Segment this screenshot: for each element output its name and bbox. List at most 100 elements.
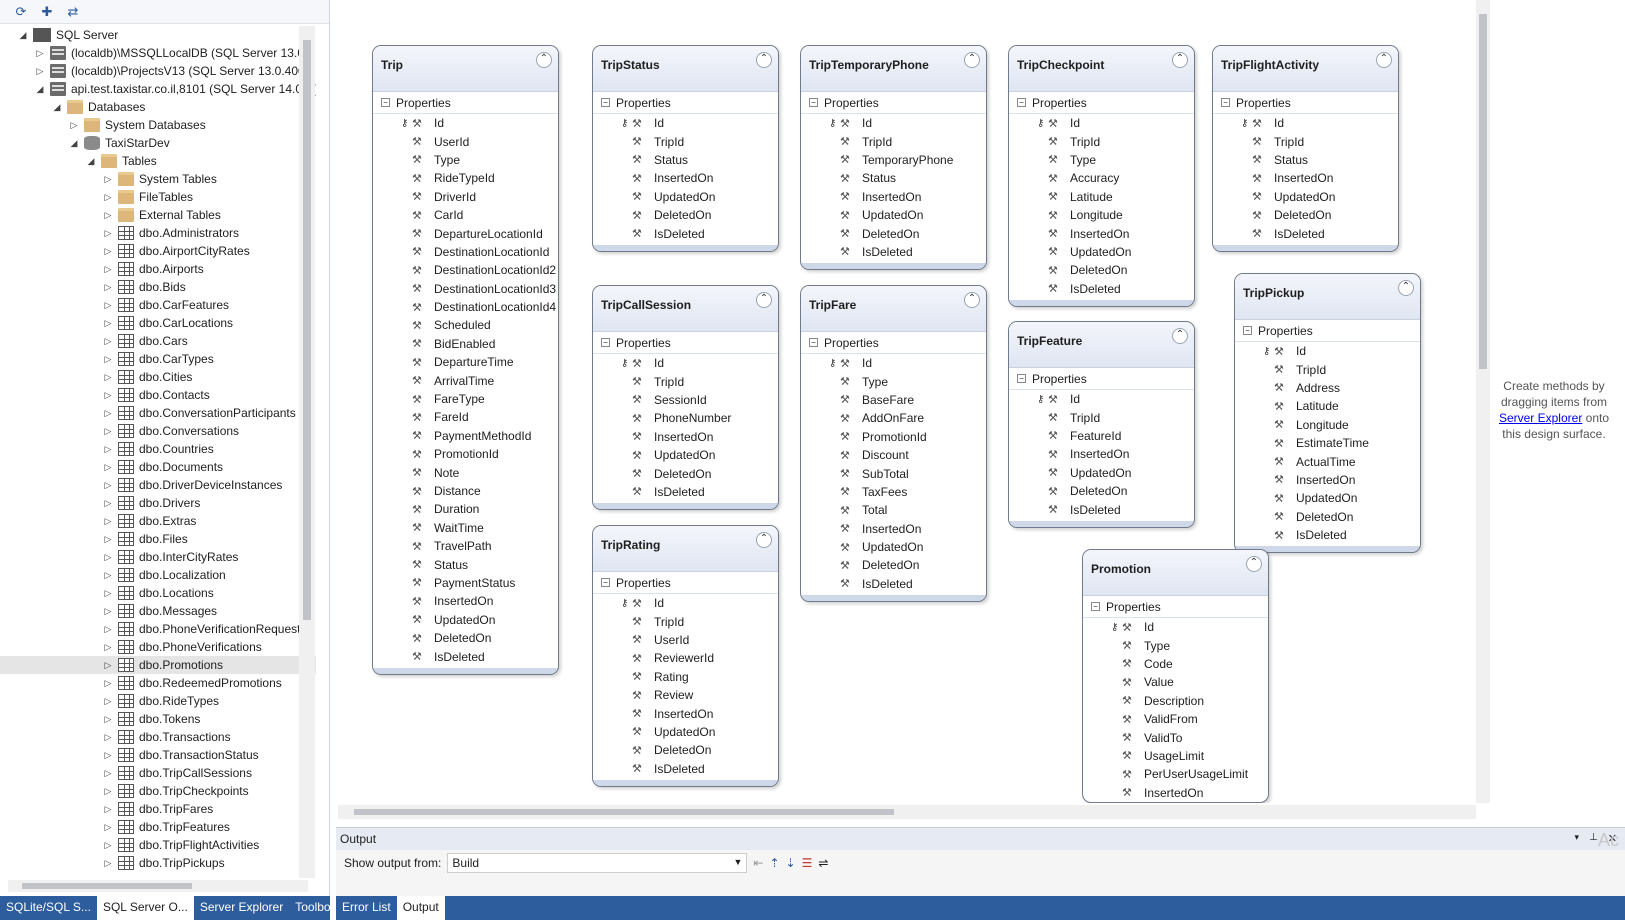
entity-property[interactable]: ⚒ UpdatedOn — [593, 723, 778, 741]
entity-property[interactable]: ⚒ InsertedOn — [593, 428, 778, 446]
expand-arrow-icon[interactable]: ▷ — [101, 732, 115, 743]
pin-icon[interactable]: ⊥ — [1589, 832, 1598, 845]
collapse-section-icon[interactable]: − — [1243, 326, 1252, 335]
tree-node[interactable]: ▷ dbo.Extras — [0, 512, 316, 530]
tree-node[interactable]: ▷ dbo.Contacts — [0, 386, 316, 404]
expand-arrow-icon[interactable]: ▷ — [101, 372, 115, 383]
entity-property[interactable]: ⚒ UpdatedOn — [1235, 489, 1420, 507]
entity-property[interactable]: ⚒ TripId — [1009, 132, 1194, 150]
entity-property[interactable]: ⚒ InsertedOn — [593, 704, 778, 722]
entity-property[interactable]: ⚒ IsDeleted — [801, 575, 986, 593]
properties-section[interactable]: − Properties — [801, 92, 986, 114]
expand-arrow-icon[interactable]: ▷ — [101, 534, 115, 545]
properties-section[interactable]: − Properties — [1213, 92, 1398, 114]
collapse-icon[interactable]: ⌃ — [756, 52, 772, 68]
tree-node[interactable]: ▷ dbo.PhoneVerifications — [0, 638, 316, 656]
entity-triprating[interactable]: TripRating ⌃ − Properties ⚷ ⚒ Id ⚒ TripId ⚒ UserId… — [592, 525, 779, 787]
entity-triptemporaryphone[interactable]: TripTemporaryPhone ⌃ − Properties ⚷ ⚒ Id ⚒ TripI… — [800, 45, 987, 271]
tab-output[interactable]: Output — [396, 896, 445, 920]
entity-property[interactable]: ⚒ UserId — [373, 132, 558, 150]
entity-property[interactable]: ⚒ Description — [1083, 692, 1268, 710]
tab-error-list[interactable]: Error List — [336, 896, 397, 920]
collapse-icon[interactable]: ⌃ — [536, 52, 552, 68]
entity-property[interactable]: ⚒ Address — [1235, 379, 1420, 397]
entity-property[interactable]: ⚒ IsDeleted — [801, 243, 986, 261]
tree-node[interactable]: ▷ dbo.Files — [0, 530, 316, 548]
tree-node[interactable]: ▷ dbo.Messages — [0, 602, 316, 620]
properties-section[interactable]: − Properties — [1235, 320, 1420, 342]
entity-header[interactable]: Promotion ⌃ — [1083, 550, 1268, 596]
connect-icon[interactable]: ⇄ — [64, 3, 82, 21]
tree-node[interactable]: ▷ External Tables — [0, 206, 316, 224]
entity-property[interactable]: ⚒ DriverId — [373, 188, 558, 206]
entity-property[interactable]: ⚒ IsDeleted — [593, 483, 778, 501]
expand-arrow-icon[interactable]: ▷ — [101, 336, 115, 347]
tree-node[interactable]: ◢ Tables — [0, 152, 316, 170]
entity-property[interactable]: ⚒ UserId — [593, 631, 778, 649]
entity-property[interactable]: ⚒ TripId — [593, 132, 778, 150]
entity-property[interactable]: ⚷ ⚒ Id — [1213, 114, 1398, 132]
expand-arrow-icon[interactable]: ▷ — [101, 786, 115, 797]
entity-property[interactable]: ⚒ DepartureLocationId — [373, 224, 558, 242]
entity-property[interactable]: ⚒ Note — [373, 463, 558, 481]
entity-property[interactable]: ⚷ ⚒ Id — [593, 114, 778, 132]
collapse-arrow-icon[interactable]: ◢ — [67, 138, 81, 149]
entity-trip[interactable]: Trip ⌃ − Properties ⚷ ⚒ Id ⚒ UserId ⚒ Type ⚒ RideTyp… — [372, 45, 559, 675]
entity-property[interactable]: ⚒ PromotionId — [373, 445, 558, 463]
collapse-section-icon[interactable]: − — [1017, 374, 1026, 383]
expand-arrow-icon[interactable]: ▷ — [101, 390, 115, 401]
entity-property[interactable]: ⚷ ⚒ Id — [1235, 342, 1420, 360]
entity-trippickup[interactable]: TripPickup ⌃ − Properties ⚷ ⚒ Id ⚒ TripId ⚒ Addres… — [1234, 273, 1421, 554]
tree-node[interactable]: ▷ dbo.Cities — [0, 368, 316, 386]
designer-vertical-scrollbar[interactable] — [1476, 0, 1490, 803]
expand-arrow-icon[interactable]: ▷ — [101, 426, 115, 437]
properties-section[interactable]: − Properties — [593, 92, 778, 114]
expand-arrow-icon[interactable]: ▷ — [101, 768, 115, 779]
entity-property[interactable]: ⚒ DestinationLocationId — [373, 243, 558, 261]
properties-section[interactable]: − Properties — [1009, 368, 1194, 390]
entity-property[interactable]: ⚒ DestinationLocationId4 — [373, 298, 558, 316]
entity-property[interactable]: ⚒ TripId — [801, 132, 986, 150]
server-explorer-link[interactable]: Server Explorer — [1499, 411, 1582, 425]
expand-arrow-icon[interactable]: ▷ — [101, 354, 115, 365]
entity-property[interactable]: ⚒ DeletedOn — [1235, 508, 1420, 526]
entity-property[interactable]: ⚒ Code — [1083, 655, 1268, 673]
tab-sqlite-sql-s[interactable]: SQLite/SQL S... — [0, 896, 97, 920]
entity-promotion[interactable]: Promotion ⌃ − Properties ⚷ ⚒ Id ⚒ Type ⚒ Code ⚒ Valu… — [1082, 549, 1269, 803]
entity-property[interactable]: ⚒ InsertedOn — [1009, 445, 1194, 463]
clear-all-icon[interactable]: ☰ — [802, 856, 813, 870]
entity-property[interactable]: ⚷ ⚒ Id — [373, 114, 558, 132]
tree-node[interactable]: ▷ dbo.DriverDeviceInstances — [0, 476, 316, 494]
collapse-icon[interactable]: ⌃ — [1172, 52, 1188, 68]
tree-node[interactable]: ▷ dbo.TripFeatures — [0, 818, 316, 836]
tree-node[interactable]: ▷ dbo.RideTypes — [0, 692, 316, 710]
entity-property[interactable]: ⚒ TripId — [593, 612, 778, 630]
entity-property[interactable]: ⚒ SessionId — [593, 391, 778, 409]
entity-property[interactable]: ⚒ Accuracy — [1009, 169, 1194, 187]
expand-arrow-icon[interactable]: ▷ — [101, 642, 115, 653]
entity-property[interactable]: ⚒ IsDeleted — [1009, 500, 1194, 518]
tree-node[interactable]: ▷ (localdb)\ProjectsV13 (SQL Server 13.0.… — [0, 62, 316, 80]
tree-node[interactable]: ▷ dbo.Administrators — [0, 224, 316, 242]
tree-node[interactable]: ◢ SQL Server — [0, 26, 316, 44]
expand-arrow-icon[interactable]: ▷ — [101, 174, 115, 185]
expand-arrow-icon[interactable]: ▷ — [101, 462, 115, 473]
entity-property[interactable]: ⚒ IsDeleted — [373, 647, 558, 665]
tree-node[interactable]: ◢ api.test.taxistar.co.il,8101 (SQL Serve… — [0, 80, 316, 98]
entity-property[interactable]: ⚒ PaymentStatus — [373, 574, 558, 592]
entity-property[interactable]: ⚒ SubTotal — [801, 464, 986, 482]
entity-property[interactable]: ⚒ IsDeleted — [593, 224, 778, 242]
entity-property[interactable]: ⚒ ValidTo — [1083, 728, 1268, 746]
entity-property[interactable]: ⚒ DeletedOn — [1009, 482, 1194, 500]
entity-property[interactable]: ⚒ Scheduled — [373, 316, 558, 334]
tree-node[interactable]: ▷ dbo.RedeemedPromotions — [0, 674, 316, 692]
entity-property[interactable]: ⚒ TaxFees — [801, 483, 986, 501]
entity-header[interactable]: TripRating ⌃ — [593, 526, 778, 572]
properties-section[interactable]: − Properties — [593, 332, 778, 354]
collapse-section-icon[interactable]: − — [601, 98, 610, 107]
properties-section[interactable]: − Properties — [1009, 92, 1194, 114]
collapse-section-icon[interactable]: − — [381, 98, 390, 107]
collapse-icon[interactable]: ⌃ — [756, 532, 772, 548]
entity-property[interactable]: ⚒ Review — [593, 686, 778, 704]
entity-header[interactable]: TripFare ⌃ — [801, 286, 986, 332]
